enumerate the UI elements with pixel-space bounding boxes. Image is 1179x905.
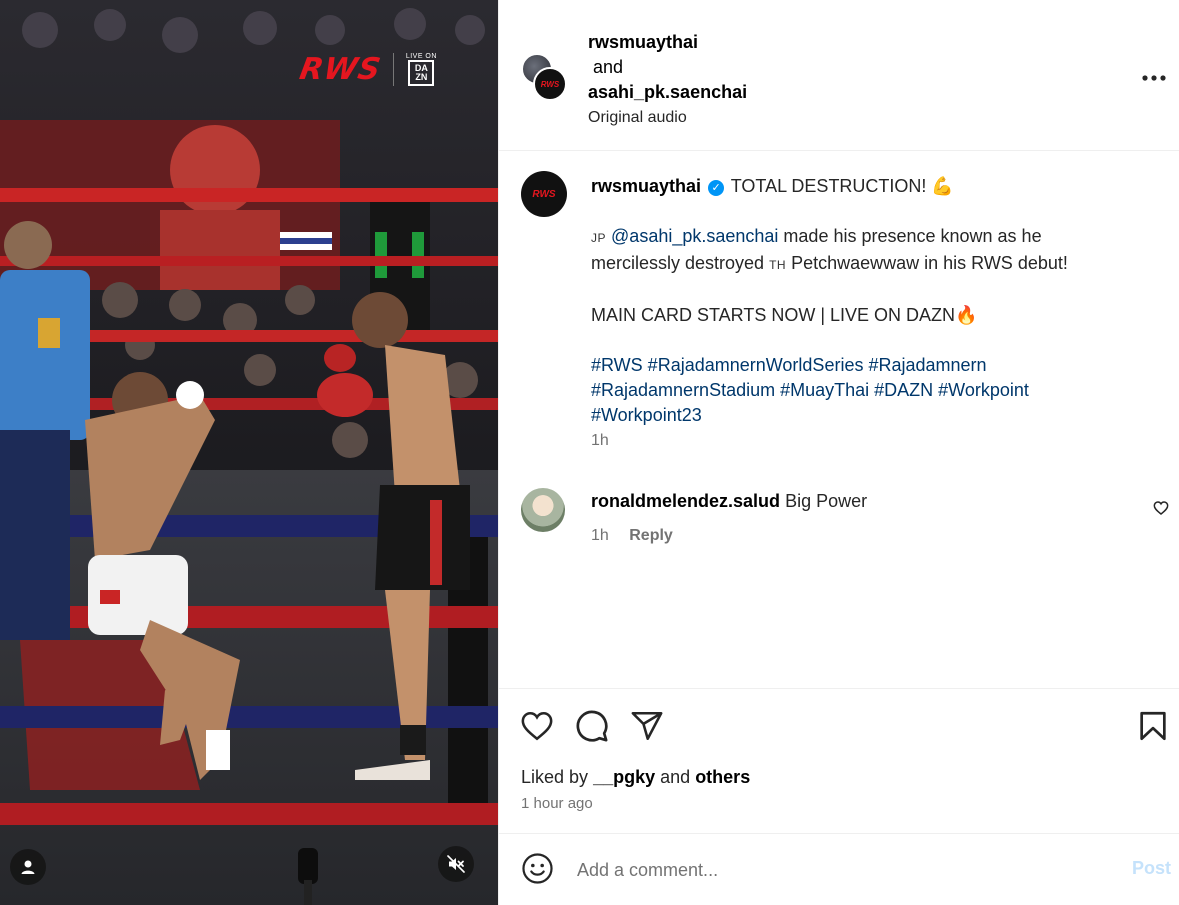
live-on-label: LIVE ON bbox=[405, 53, 437, 60]
flag-th: TH bbox=[769, 258, 787, 272]
video-player[interactable]: RWS LIVE ON DA ZN bbox=[0, 0, 498, 905]
post-details-panel: RWS rwsmuaythai and asahi_pk.saenchai Or… bbox=[498, 0, 1179, 905]
comment-like-button[interactable] bbox=[1153, 500, 1169, 521]
more-dots-icon bbox=[1142, 75, 1166, 81]
caption-line1: made his presence known as he bbox=[778, 226, 1042, 246]
header-username-asahi[interactable]: asahi_pk.saenchai bbox=[588, 80, 747, 105]
like-button[interactable] bbox=[520, 709, 554, 743]
bookmark-icon bbox=[1140, 711, 1166, 741]
liked-by-user[interactable]: __pgky bbox=[593, 767, 655, 787]
avatar-rws-text: RWS bbox=[540, 79, 560, 89]
commenter-avatar[interactable] bbox=[521, 488, 565, 532]
caption-main-card: MAIN CARD STARTS NOW | LIVE ON DAZN🔥 bbox=[591, 305, 978, 325]
comment-timestamp[interactable]: 1h bbox=[591, 527, 609, 544]
comment-icon bbox=[576, 710, 608, 742]
emoji-icon bbox=[522, 853, 553, 884]
heart-icon bbox=[1153, 501, 1169, 515]
avatar-rws: RWS bbox=[533, 67, 567, 101]
hashtags-line-1[interactable]: #RWS #RajadamnernWorldSeries #Rajadamner… bbox=[591, 353, 1161, 378]
caption-username[interactable]: rwsmuaythai bbox=[591, 176, 701, 196]
comment-button[interactable] bbox=[575, 709, 609, 743]
post-comment-button[interactable]: Post bbox=[1132, 858, 1171, 879]
post-timestamp[interactable]: 1 hour ago bbox=[521, 795, 593, 812]
comment-bar: Post bbox=[499, 833, 1179, 905]
header-conjunction: and bbox=[593, 57, 624, 77]
share-button[interactable] bbox=[630, 709, 664, 743]
liked-by-line: Liked by __pgky and others bbox=[521, 767, 750, 788]
heart-icon bbox=[521, 711, 553, 741]
post-header: RWS rwsmuaythai and asahi_pk.saenchai Or… bbox=[499, 0, 1179, 151]
emoji-picker-button[interactable] bbox=[521, 852, 554, 890]
caption-line2-before: mercilessly destroyed bbox=[591, 253, 770, 273]
mention-link[interactable]: @asahi_pk.saenchai bbox=[611, 226, 778, 246]
caption-avatar-text: RWS bbox=[532, 188, 556, 200]
caption-headline: TOTAL DESTRUCTION! 💪 bbox=[730, 176, 954, 196]
header-usernames: rwsmuaythai and asahi_pk.saenchai Origin… bbox=[588, 30, 747, 130]
verified-badge-icon: ✓ bbox=[708, 180, 725, 196]
reply-button[interactable]: Reply bbox=[629, 527, 673, 544]
more-options-button[interactable] bbox=[1142, 64, 1166, 87]
header-username-rws[interactable]: rwsmuaythai bbox=[588, 30, 747, 55]
original-audio-link[interactable]: Original audio bbox=[588, 105, 747, 130]
video-frame bbox=[0, 0, 498, 905]
caption-body: rwsmuaythai ✓ TOTAL DESTRUCTION! 💪 JP @a… bbox=[591, 174, 1161, 453]
caption-line2-after: Petchwaewwaw in his RWS debut! bbox=[786, 253, 1068, 273]
comment-input[interactable] bbox=[577, 856, 1097, 884]
user-icon bbox=[21, 860, 35, 874]
dazn-logo: DA ZN bbox=[408, 60, 435, 86]
comment-text: Big Power bbox=[785, 491, 868, 511]
hashtags-line-3[interactable]: #Workpoint23 bbox=[591, 403, 1161, 428]
mute-toggle-button[interactable] bbox=[438, 846, 474, 882]
share-icon bbox=[631, 711, 663, 741]
collab-avatars[interactable]: RWS bbox=[521, 53, 569, 101]
tagged-users-button[interactable] bbox=[10, 849, 46, 885]
liked-by-others[interactable]: others bbox=[695, 767, 750, 787]
hashtags-line-2[interactable]: #RajadamnernStadium #MuayThai #DAZN #Wor… bbox=[591, 378, 1161, 403]
broadcast-watermark: RWS LIVE ON DA ZN bbox=[296, 52, 437, 87]
commenter-username[interactable]: ronaldmelendez.salud bbox=[591, 491, 780, 511]
comment-body: ronaldmelendez.salud Big Power 1h Reply bbox=[591, 489, 867, 548]
dazn-badge: LIVE ON DA ZN bbox=[392, 53, 437, 86]
caption-avatar[interactable]: RWS bbox=[521, 171, 567, 217]
flag-jp: JP bbox=[591, 231, 607, 245]
speaker-muted-icon bbox=[447, 855, 465, 873]
liked-by-and: and bbox=[660, 767, 691, 787]
caption-timestamp[interactable]: 1h bbox=[591, 428, 1161, 453]
liked-by-prefix: Liked by bbox=[521, 767, 589, 787]
post-dialog: RWS LIVE ON DA ZN RWS rwsmuaythai and as… bbox=[0, 0, 1179, 905]
save-button[interactable] bbox=[1136, 709, 1170, 743]
post-actions: Liked by __pgky and others 1 hour ago bbox=[499, 688, 1179, 833]
rws-logo: RWS bbox=[296, 52, 384, 87]
